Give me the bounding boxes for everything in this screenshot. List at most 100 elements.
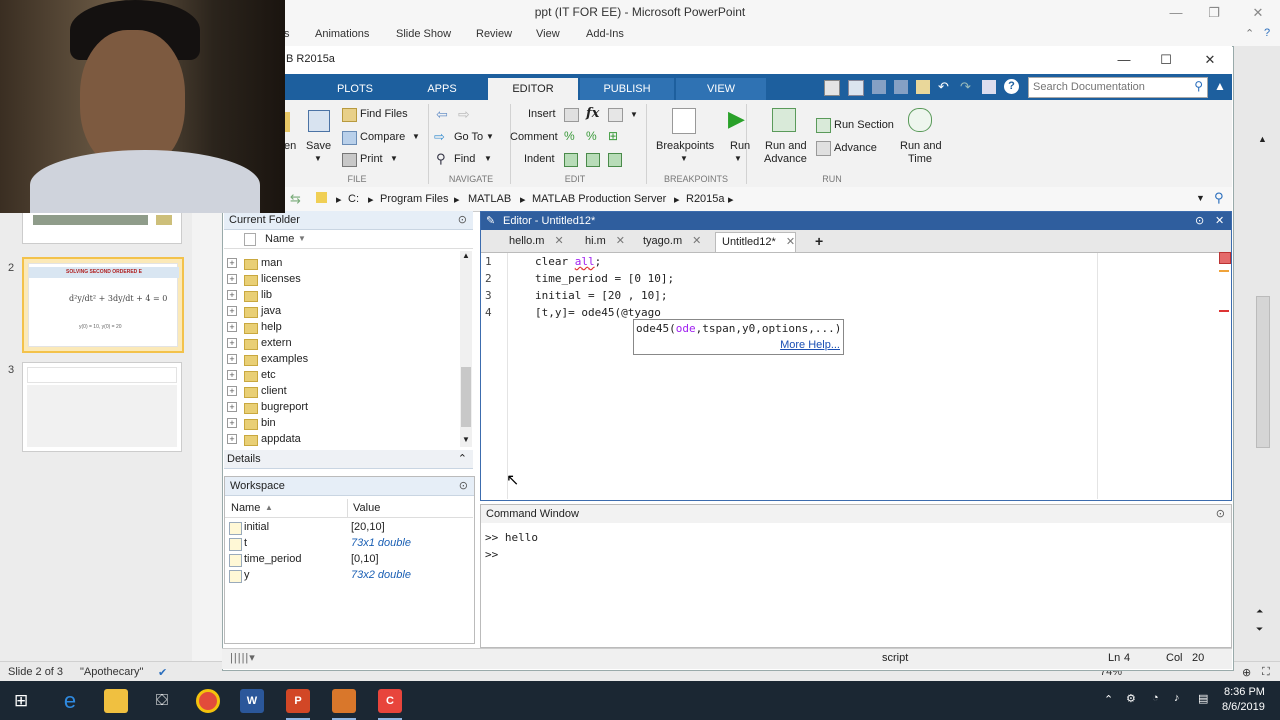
print-button[interactable]: Print <box>360 153 383 165</box>
list-item[interactable]: + appdata <box>224 432 464 448</box>
forward-icon[interactable]: ⇨ <box>458 106 470 123</box>
ppt-scroll-up-icon[interactable]: ▲ <box>1258 134 1267 144</box>
workspace-actions-icon[interactable]: ⊙ <box>459 477 468 495</box>
list-item[interactable]: + client <box>224 384 464 400</box>
help-icon[interactable]: ? <box>1004 79 1019 94</box>
powerpoint-icon[interactable]: P <box>286 689 310 713</box>
increase-indent-icon[interactable] <box>586 153 600 167</box>
tab-hi-m[interactable]: hi.m ✕ <box>579 232 625 251</box>
expand-icon[interactable]: + <box>227 418 237 428</box>
advance-button[interactable]: Advance <box>834 142 877 154</box>
find-files-button[interactable]: Find Files <box>360 108 408 120</box>
tab-apps[interactable]: APPS <box>412 78 472 100</box>
insert-function-icon[interactable] <box>608 108 623 122</box>
ppt-tab-slide-show[interactable]: Slide Show <box>396 28 451 40</box>
command-window-actions-icon[interactable]: ⊙ <box>1216 505 1225 523</box>
expand-icon[interactable]: + <box>227 434 237 444</box>
start-button-icon[interactable]: ⊞ <box>14 691 28 711</box>
address-bar[interactable]: ⇆ ▸ C: ▸ Program Files ▸ MATLAB ▸ MATLAB… <box>222 187 1232 212</box>
expand-icon[interactable]: + <box>227 290 237 300</box>
error-marker[interactable] <box>1219 310 1229 312</box>
ppt-scroll-thumb[interactable] <box>1256 296 1270 448</box>
file-explorer-icon[interactable] <box>104 689 128 713</box>
workspace-value-column[interactable]: Value <box>353 502 380 514</box>
close-tab-icon[interactable]: ✕ <box>554 235 563 247</box>
ppt-fit-slide-icon[interactable]: ⛶ <box>1262 666 1270 679</box>
breadcrumb-c-drive[interactable]: C: <box>348 193 359 205</box>
fx-icon[interactable]: fx <box>586 106 599 121</box>
run-button[interactable]: Run <box>730 140 750 152</box>
breakpoints-dropdown-icon[interactable]: ▼ <box>680 154 688 163</box>
close-tab-icon[interactable]: ✕ <box>692 235 701 247</box>
list-item[interactable]: + java <box>224 304 464 320</box>
edge-icon[interactable]: e <box>58 689 82 713</box>
expand-icon[interactable]: + <box>227 322 237 332</box>
copy-icon[interactable] <box>894 80 908 94</box>
paste-icon[interactable] <box>916 80 930 94</box>
new-label-partial[interactable]: en <box>284 140 296 152</box>
close-tab-icon[interactable]: ✕ <box>616 235 625 247</box>
run-section-icon[interactable] <box>816 118 831 133</box>
list-item[interactable]: + man <box>224 256 464 272</box>
ppt-restore-icon[interactable]: ❐ <box>1204 3 1224 23</box>
name-column-header[interactable]: Name <box>265 233 294 245</box>
insert-button[interactable]: Insert <box>528 108 556 120</box>
compare-dropdown-icon[interactable]: ▼ <box>412 132 420 141</box>
recorder-icon[interactable]: C <box>378 689 402 713</box>
details-collapse-icon[interactable]: ⌃ <box>458 450 467 468</box>
tab-publish[interactable]: PUBLISH <box>580 78 674 100</box>
wifi-icon[interactable]: ◔ <box>1152 692 1159 704</box>
slide-thumbnail-2[interactable]: SOLVING SECOND ORDERED E d²y/dt² + 3dy/d… <box>22 257 184 353</box>
indent-button[interactable]: Indent <box>524 153 555 165</box>
quick-access-icon[interactable] <box>824 80 840 96</box>
run-section-button[interactable]: Run Section <box>834 119 894 131</box>
ppt-help-icon[interactable]: ? <box>1264 27 1270 39</box>
notification-icon[interactable]: ▤ <box>1198 692 1208 705</box>
tab-view[interactable]: VIEW <box>676 78 766 100</box>
word-icon[interactable]: W <box>240 689 264 713</box>
warning-marker[interactable] <box>1219 270 1229 272</box>
print-dropdown-icon[interactable]: ▼ <box>390 154 398 163</box>
find-dropdown-icon[interactable]: ▼ <box>484 154 492 163</box>
run-dropdown-icon[interactable]: ▼ <box>734 154 742 163</box>
expand-icon[interactable]: + <box>227 258 237 268</box>
list-item[interactable]: + help <box>224 320 464 336</box>
back-icon[interactable]: ⇦ <box>436 106 448 123</box>
insert-dropdown-icon[interactable]: ▼ <box>630 110 638 119</box>
list-item[interactable]: + extern <box>224 336 464 352</box>
workspace-column-header[interactable]: Name ▲ Value <box>225 499 473 518</box>
store-icon[interactable]: ⛋ <box>150 689 174 713</box>
scroll-up-icon[interactable]: ▲ <box>462 251 470 260</box>
run-icon[interactable]: ▶ <box>728 106 745 132</box>
command-prompt[interactable]: >> <box>485 548 498 561</box>
ppt-next-slide-icon[interactable]: ⏷ <box>1256 624 1263 635</box>
sort-ascending-icon[interactable]: ▲ <box>265 503 273 512</box>
expand-icon[interactable]: + <box>227 386 237 396</box>
ppt-prev-slide-icon[interactable]: ⏶ <box>1256 606 1263 617</box>
matlab-close-icon[interactable]: ✕ <box>1200 50 1220 70</box>
expand-icon[interactable]: + <box>227 274 237 284</box>
code-analyzer-status-icon[interactable] <box>1219 252 1231 264</box>
ppt-zoom-in-icon[interactable]: ⊕ <box>1242 666 1251 679</box>
list-item[interactable]: + bin <box>224 416 464 432</box>
breakpoints-icon[interactable] <box>672 108 696 134</box>
ppt-collapse-ribbon-icon[interactable]: ⌃ <box>1245 27 1254 40</box>
volume-icon[interactable]: ♪ <box>1174 692 1180 704</box>
run-and-advance-icon[interactable] <box>772 108 796 132</box>
run-and-time-button[interactable]: Run and <box>900 140 942 152</box>
run-and-advance-button[interactable]: Run and <box>765 140 807 152</box>
table-row[interactable]: time_period [0,10] <box>225 552 473 568</box>
run-and-advance-label-2[interactable]: Advance <box>764 153 807 165</box>
current-folder-actions-icon[interactable]: ⊙ <box>458 211 467 229</box>
switch-windows-icon[interactable] <box>982 80 996 94</box>
matlab-icon[interactable] <box>332 689 356 713</box>
tab-untitled12[interactable]: Untitled12* ✕ <box>715 232 797 252</box>
list-item[interactable]: + lib <box>224 288 464 304</box>
redo-icon[interactable]: ↷ <box>960 79 971 95</box>
address-dropdown-icon[interactable]: ▼ <box>1196 193 1205 203</box>
expand-icon[interactable]: + <box>227 370 237 380</box>
workspace-name-column[interactable]: Name <box>231 502 260 514</box>
run-and-time-label-2[interactable]: Time <box>908 153 932 165</box>
details-panel-header[interactable]: Details ⌃ <box>224 450 473 469</box>
smart-indent-icon[interactable] <box>564 153 578 167</box>
